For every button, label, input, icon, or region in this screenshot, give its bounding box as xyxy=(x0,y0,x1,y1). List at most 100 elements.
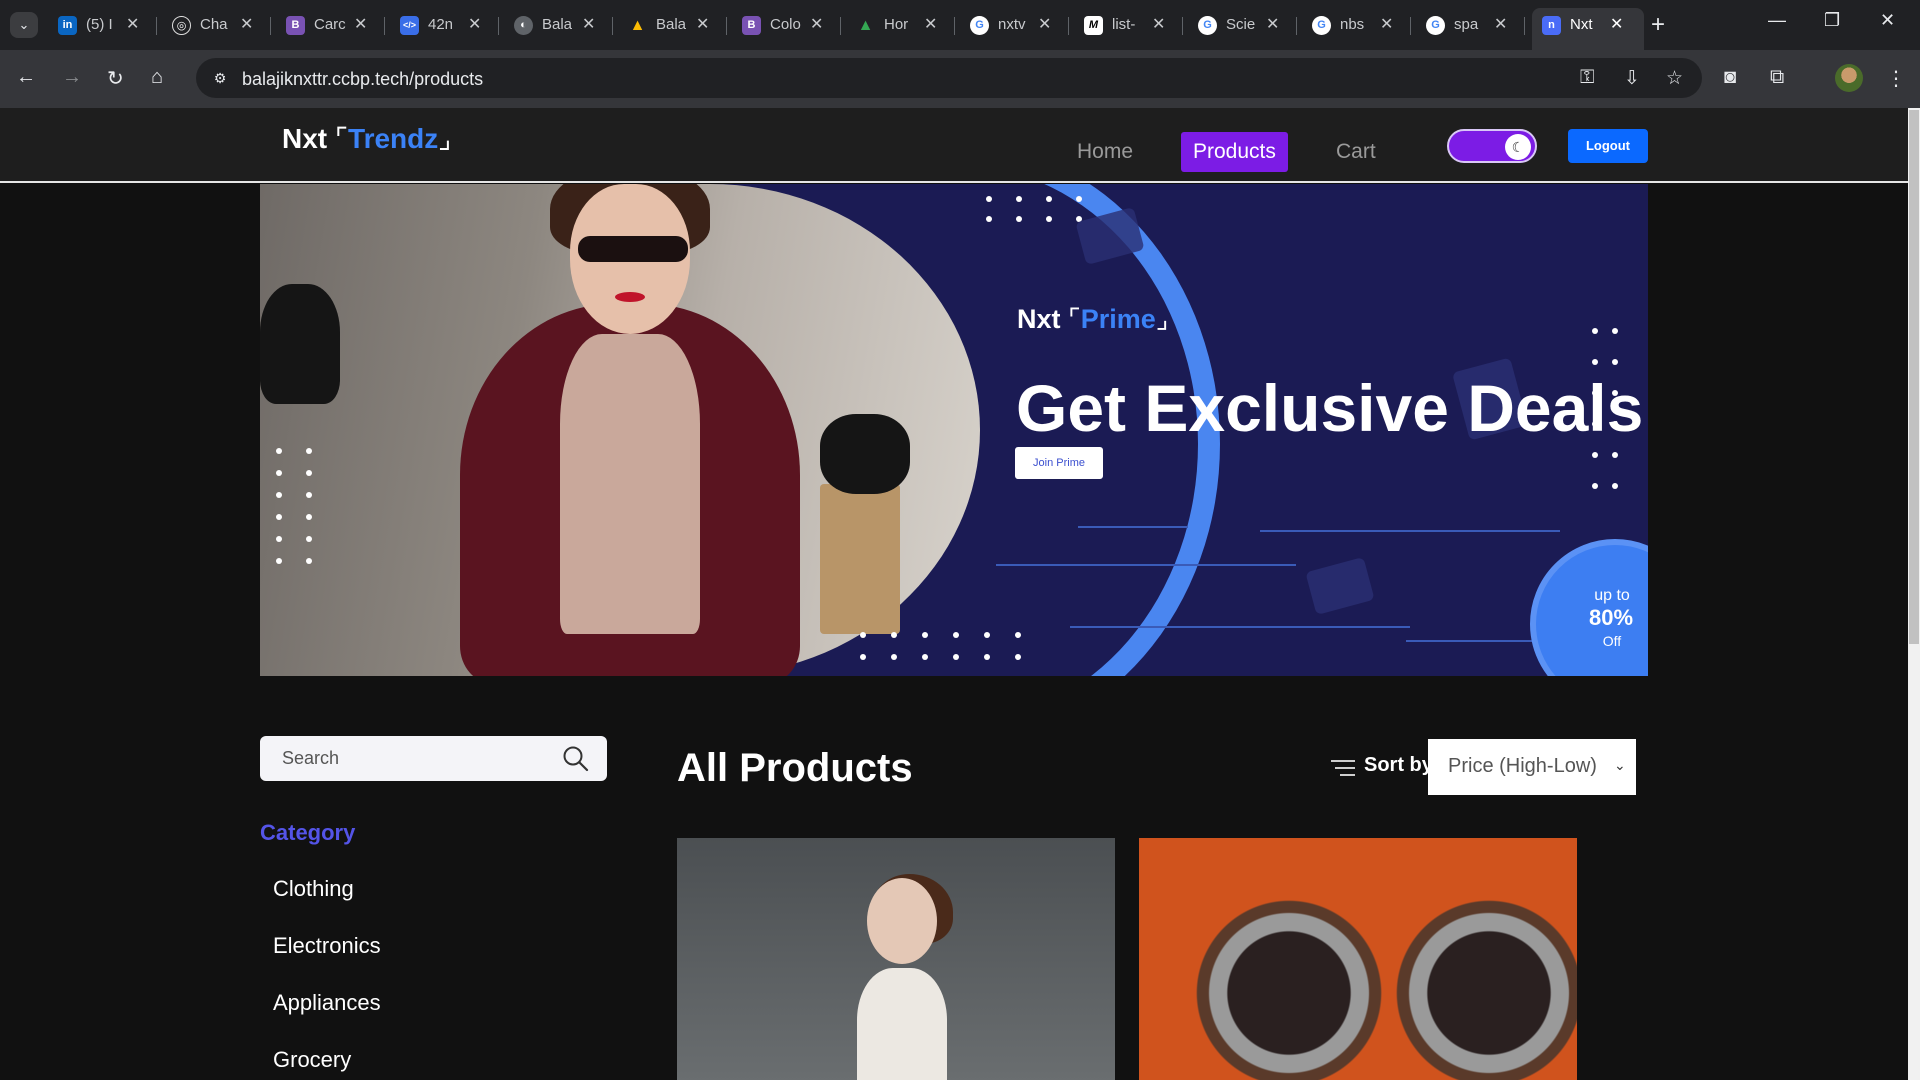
tab-title: Cha xyxy=(200,16,228,33)
browser-tab[interactable]: </> 42n ✕ xyxy=(390,8,502,42)
browser-tab[interactable]: ◐ Bala ✕ xyxy=(504,8,616,42)
nav-cart-link[interactable]: Cart xyxy=(1324,132,1388,172)
logout-button[interactable]: Logout xyxy=(1568,129,1648,163)
banner-headline: Get Exclusive Deals xyxy=(1016,371,1644,445)
new-tab-button[interactable]: + xyxy=(1651,11,1665,39)
linkedin-icon: in xyxy=(58,16,77,35)
dot-pattern xyxy=(860,632,1021,660)
url-text[interactable]: balajiknxttr.ccbp.tech/products xyxy=(242,69,483,90)
close-tab-icon[interactable]: ✕ xyxy=(1266,14,1279,34)
page-scrollbar-thumb[interactable] xyxy=(1909,110,1919,644)
sort-selected-value: Price (High-Low) xyxy=(1448,755,1597,777)
password-key-icon[interactable]: ⚿ xyxy=(1580,67,1594,89)
category-item-grocery[interactable]: Grocery xyxy=(273,1047,351,1073)
google-icon: G xyxy=(1426,16,1445,35)
product-card[interactable] xyxy=(1139,838,1577,1080)
category-item-electronics[interactable]: Electronics xyxy=(273,933,381,959)
close-tab-icon[interactable]: ✕ xyxy=(1494,14,1507,34)
tab-title: 42n xyxy=(428,16,454,33)
browser-tab[interactable]: G spa ✕ xyxy=(1416,8,1528,42)
browser-tab[interactable]: ▲ Hor ✕ xyxy=(846,8,958,42)
browser-tab[interactable]: ▲ Bala ✕ xyxy=(618,8,730,42)
browser-menu-icon[interactable]: ⋮ xyxy=(1886,66,1906,91)
close-tab-icon[interactable]: ✕ xyxy=(810,14,823,34)
sort-by-label: Sort by xyxy=(1364,754,1433,776)
browser-tab[interactable]: G nbs ✕ xyxy=(1302,8,1414,42)
tab-title: (5) I xyxy=(86,16,113,33)
dot-pattern xyxy=(276,448,312,564)
cart-decoration-icon xyxy=(1305,556,1375,616)
camera-extension-icon[interactable]: ◙ xyxy=(1724,66,1736,89)
tab-title: nxtv xyxy=(998,16,1026,33)
browser-tab[interactable]: in (5) I ✕ xyxy=(48,8,160,42)
offer-percent: 80% xyxy=(1588,605,1634,630)
category-item-clothing[interactable]: Clothing xyxy=(273,876,354,902)
search-input[interactable] xyxy=(282,746,542,770)
tab-title: Scie xyxy=(1226,16,1256,33)
home-icon[interactable]: ⌂ xyxy=(151,66,163,89)
join-prime-button[interactable]: Join Prime xyxy=(1015,447,1103,479)
browser-tab[interactable]: B Carc ✕ xyxy=(276,8,388,42)
extensions-icon[interactable]: ⧉ xyxy=(1770,66,1784,89)
sort-by-select[interactable]: Price (High-Low) ⌄ xyxy=(1428,739,1636,795)
browser-tab[interactable]: G nxtv ✕ xyxy=(960,8,1072,42)
category-item-appliances[interactable]: Appliances xyxy=(273,990,381,1016)
restore-icon[interactable]: ❐ xyxy=(1824,10,1840,31)
browser-tab-active[interactable]: n Nxt ✕ xyxy=(1532,8,1644,50)
close-tab-icon[interactable]: ✕ xyxy=(1610,14,1623,34)
close-tab-icon[interactable]: ✕ xyxy=(924,14,937,34)
forward-icon[interactable]: → xyxy=(62,66,82,89)
tab-title: spa xyxy=(1454,16,1479,33)
browser-tab[interactable]: ◎ Cha ✕ xyxy=(162,8,274,42)
theme-toggle[interactable]: ☾ xyxy=(1447,129,1537,163)
browser-toolbar: ← → ↻ ⌂ ⚙ balajiknxttr.ccbp.tech/product… xyxy=(0,50,1920,108)
site-logo[interactable]: Nxt ⌜Trendz⌟ xyxy=(282,122,451,155)
close-tab-icon[interactable]: ✕ xyxy=(240,14,253,34)
browser-tab[interactable]: M list- ✕ xyxy=(1074,8,1186,42)
tab-title: Nxt xyxy=(1570,16,1593,33)
product-card[interactable] xyxy=(677,838,1115,1080)
close-tab-icon[interactable]: ✕ xyxy=(1380,14,1393,34)
bootstrap-icon: B xyxy=(742,16,761,35)
tab-title: Hor xyxy=(884,16,909,33)
sort-lines-icon xyxy=(1331,760,1355,776)
minimize-icon[interactable]: — xyxy=(1768,10,1786,31)
close-tab-icon[interactable]: ✕ xyxy=(582,14,595,34)
tab-title: list- xyxy=(1112,16,1136,33)
profile-avatar[interactable] xyxy=(1835,64,1863,92)
tab-title: Bala xyxy=(656,16,687,33)
back-icon[interactable]: ← xyxy=(16,66,36,89)
google-icon: G xyxy=(970,16,989,35)
site-navbar: Nxt ⌜Trendz⌟ Home Products Cart ☾ Logout xyxy=(0,108,1908,183)
banner-model-image xyxy=(260,184,980,676)
close-tab-icon[interactable]: ✕ xyxy=(1038,14,1051,34)
tab-search-button[interactable]: ⌄ xyxy=(10,12,38,38)
product-image xyxy=(1189,878,1389,1080)
close-tab-icon[interactable]: ✕ xyxy=(354,14,367,34)
offer-text-upto: up to xyxy=(1594,587,1630,604)
browser-tab[interactable]: B Colo ✕ xyxy=(732,8,844,42)
close-tab-icon[interactable]: ✕ xyxy=(468,14,481,34)
browser-tab[interactable]: G Scie ✕ xyxy=(1188,8,1300,42)
nav-products-link[interactable]: Products xyxy=(1181,132,1288,172)
install-app-icon[interactable]: ⇩ xyxy=(1624,67,1640,90)
close-tab-icon[interactable]: ✕ xyxy=(696,14,709,34)
reload-icon[interactable]: ↻ xyxy=(107,66,124,91)
close-window-icon[interactable]: ✕ xyxy=(1880,10,1895,31)
close-tab-icon[interactable]: ✕ xyxy=(1152,14,1165,34)
address-bar[interactable]: ⚙ balajiknxttr.ccbp.tech/products ⚿ ⇩ ☆ xyxy=(196,58,1702,98)
bookmark-star-icon[interactable]: ☆ xyxy=(1666,67,1683,90)
search-icon[interactable] xyxy=(562,745,590,773)
dot-pattern xyxy=(986,196,1082,222)
prime-logo-accent: Prime xyxy=(1080,304,1156,334)
nxt-icon: n xyxy=(1542,16,1561,35)
nav-home-link[interactable]: Home xyxy=(1065,132,1145,172)
bootstrap-icon: B xyxy=(286,16,305,35)
google-icon: G xyxy=(1198,16,1217,35)
tab-title: nbs xyxy=(1340,16,1365,33)
chatgpt-icon: ◎ xyxy=(172,16,191,35)
site-info-icon[interactable]: ⚙ xyxy=(208,67,232,89)
code-icon: </> xyxy=(400,16,419,35)
close-tab-icon[interactable]: ✕ xyxy=(126,14,139,34)
google-icon: G xyxy=(1312,16,1331,35)
